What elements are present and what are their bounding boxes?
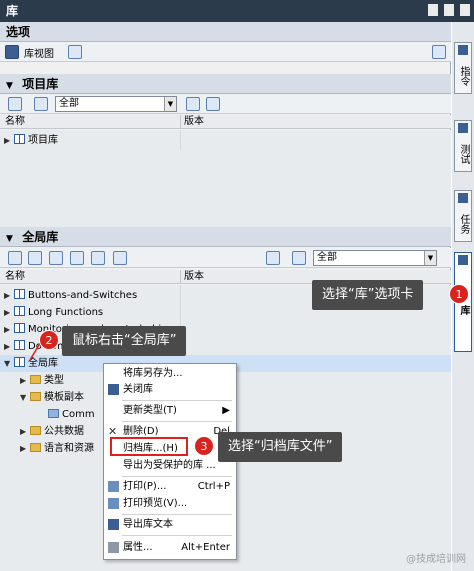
watermark: @技成培训网 xyxy=(406,554,466,565)
callout-3: 选择“归档库文件” xyxy=(218,432,343,462)
callout-1: 选择“库”选项卡 xyxy=(312,280,424,310)
step-badge-3: 3 xyxy=(194,436,214,456)
step-badge-1: 1 xyxy=(449,284,469,304)
step-badge-2: 2 xyxy=(39,330,59,350)
callout-2: 鼠标右击“全局库” xyxy=(62,326,187,356)
